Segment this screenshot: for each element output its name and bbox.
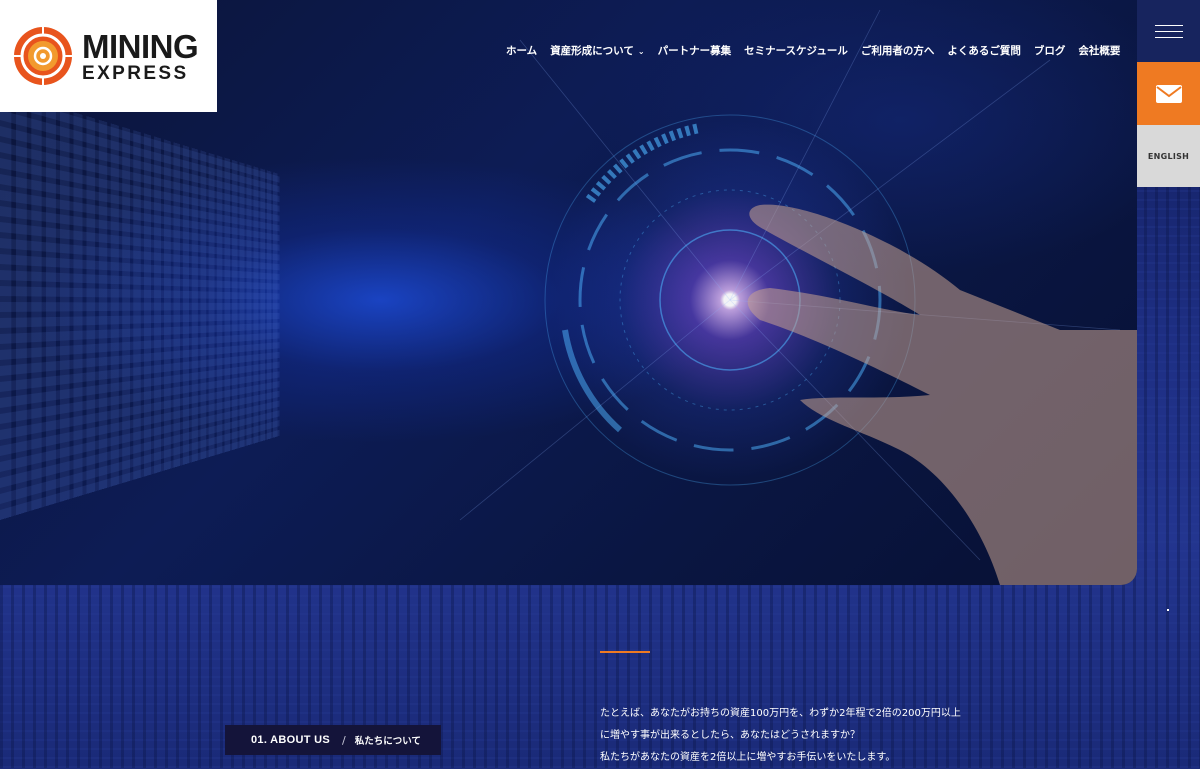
about-label-en: 01. ABOUT US [251,734,330,746]
logo-text-express: EXPRESS [82,62,189,84]
nav-item-seminar-schedule[interactable]: セミナースケジュール [744,43,848,58]
decorative-dot [1167,609,1169,611]
contact-mail-button[interactable] [1137,62,1200,125]
nav-item-home[interactable]: ホーム [506,43,537,58]
section-accent-line [600,651,650,653]
nav-item-partner-recruitment[interactable]: パートナー募集 [658,43,732,58]
nav-item-blog[interactable]: ブログ [1034,43,1066,58]
about-us-section-label: 01. ABOUT US / 私たちについて [225,725,441,755]
mail-icon [1155,84,1182,103]
nav-item-faq[interactable]: よくあるご質問 [947,43,1021,58]
mining-express-logo-icon [14,27,72,85]
main-navigation: ホーム 資産形成について ⌄ パートナー募集 セミナースケジュール ご利用者の方へ… [506,43,1133,58]
about-paragraph-line: に増やす事が出来るとしたら、あなたはどうされますか？ [600,730,860,741]
chevron-down-icon: ⌄ [637,47,645,56]
logo-text-mining: MINING [82,27,199,65]
site-logo[interactable]: MINING EXPRESS [0,0,217,112]
menu-button[interactable] [1137,0,1200,62]
about-paragraph-line: たとえば、あなたがお持ちの資産100万円を、わずか2年程で2倍の200万円以上 [600,708,961,719]
about-label-jp: 私たちについて [354,736,421,747]
nav-item-for-users[interactable]: ご利用者の方へ [861,43,935,58]
nav-item-company[interactable]: 会社概要 [1078,43,1120,58]
english-language-button[interactable]: ENGLISH [1137,125,1200,187]
about-intro-text: たとえば、あなたがお持ちの資産100万円を、わずか2年程で2倍の200万円以上 … [600,703,1020,769]
nav-item-label: 資産形成について [550,45,634,57]
about-paragraph-line: 私たちがあなたの資産を2倍以上に増やすお手伝いをいたします。 [600,752,896,763]
hamburger-icon [1154,24,1183,38]
about-label-separator: / [341,733,346,747]
nav-item-asset-building[interactable]: 資産形成について ⌄ [550,43,644,58]
